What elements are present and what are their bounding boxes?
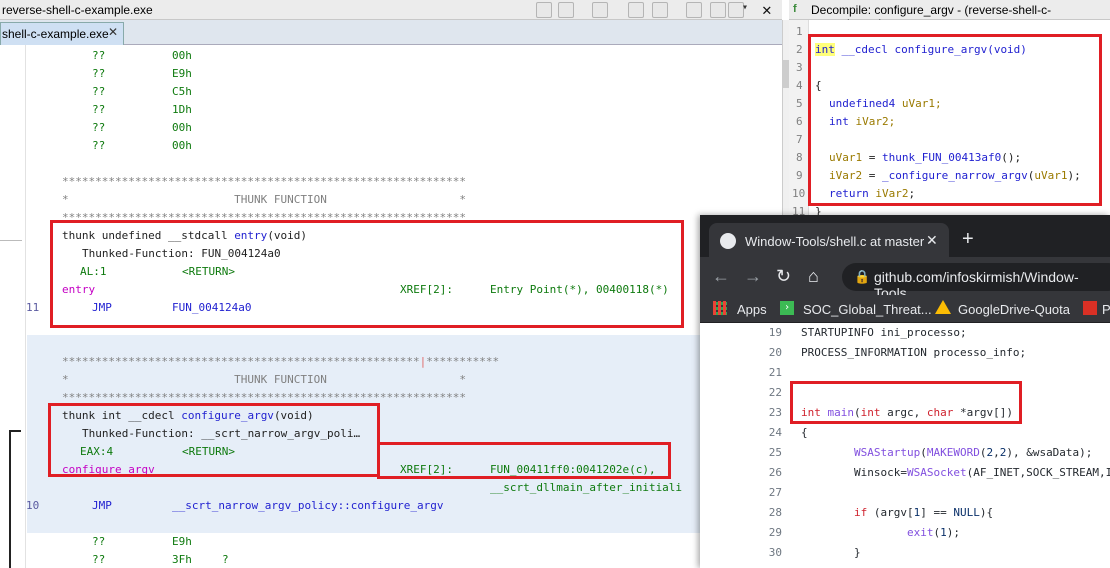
code-line-number: 28 xyxy=(768,506,782,519)
byte-char: ? xyxy=(222,553,229,566)
highlight-entry-box xyxy=(50,220,684,328)
byte-value[interactable]: 1Dh xyxy=(172,103,192,116)
code-line: if (argv[1] == NULL){ xyxy=(853,506,994,519)
dec-line-number: 1 xyxy=(796,25,803,38)
byte-value[interactable]: 00h xyxy=(172,49,192,62)
byte-value[interactable]: E9h xyxy=(172,535,192,548)
byte-value[interactable]: E9h xyxy=(172,67,192,80)
arrow-icon: › xyxy=(780,301,794,315)
code-line: PROCESS_INFORMATION processo_info; xyxy=(801,346,1027,359)
close-window-icon[interactable]: ✕ xyxy=(762,0,772,19)
comment-stars: ****************************************… xyxy=(62,355,500,368)
highlight-main-box xyxy=(790,381,1022,424)
function-icon: f xyxy=(793,3,797,15)
byte-undefined[interactable]: ?? xyxy=(92,49,105,62)
tab-close-icon[interactable]: ✕ xyxy=(108,25,118,39)
code-line: Winsock=WSASocket(AF_INET,SOCK_STREAM,I xyxy=(801,466,1110,479)
code-line: exit(1); xyxy=(906,526,960,539)
comment-stars: ****************************************… xyxy=(62,175,466,188)
back-arrow-icon[interactable]: ← xyxy=(712,266,730,287)
byte-undefined[interactable]: ?? xyxy=(92,139,105,152)
gutter-divider xyxy=(0,240,22,241)
tab-program-label: shell-c-example.exe xyxy=(2,27,109,41)
copy-icon[interactable] xyxy=(536,2,552,18)
layout-icon[interactable] xyxy=(628,2,644,18)
dec-line-number: 8 xyxy=(796,151,803,164)
dec-line-number: 2 xyxy=(796,43,803,56)
comment-thunk-banner: * THUNK FUNCTION * xyxy=(62,373,466,386)
byte-undefined[interactable]: ?? xyxy=(92,553,105,566)
reload-icon[interactable]: ↻ xyxy=(776,266,791,287)
graph-icon[interactable] xyxy=(652,2,668,18)
browser-tab-title: Window-Tools/shell.c at master · xyxy=(745,234,933,249)
bookmark-p[interactable]: P xyxy=(1102,302,1110,317)
code-line-number: 29 xyxy=(768,526,782,539)
snapshot-icon[interactable] xyxy=(686,2,702,18)
byte-undefined[interactable]: ?? xyxy=(92,535,105,548)
dec-line-number: 4 xyxy=(796,79,803,92)
code-line: { xyxy=(801,426,808,439)
line-number: 11 xyxy=(26,301,40,314)
byte-undefined[interactable]: ?? xyxy=(92,103,105,116)
code-line-number: 26 xyxy=(768,466,782,479)
bookmark-apps[interactable]: Apps xyxy=(737,302,767,317)
edit-icon[interactable] xyxy=(710,2,726,18)
xref-value-2[interactable]: __scrt_dllmain_after_initiali xyxy=(490,481,682,494)
bookmark-soc[interactable]: SOC_Global_Threat... xyxy=(803,302,932,317)
drive-icon xyxy=(935,300,951,314)
code-line-number: 19 xyxy=(768,326,782,339)
home-icon[interactable]: ⌂ xyxy=(808,266,819,287)
bookmark-googledrive[interactable]: GoogleDrive-Quota xyxy=(958,302,1070,317)
code-line-number: 20 xyxy=(768,346,782,359)
mnemonic-jmp[interactable]: JMP xyxy=(92,499,112,512)
select-cursor-icon[interactable] xyxy=(592,2,608,18)
byte-undefined[interactable]: ?? xyxy=(92,121,105,134)
code-line-number: 22 xyxy=(768,386,782,399)
dec-line-number: 9 xyxy=(796,169,803,182)
byte-value[interactable]: C5h xyxy=(172,85,192,98)
highlight-configure-signature-box xyxy=(48,403,380,477)
byte-value[interactable]: 3Fh xyxy=(172,553,192,566)
dec-line-number: 10 xyxy=(792,187,806,200)
dec-line-number: 7 xyxy=(796,133,803,146)
byte-value[interactable]: 00h xyxy=(172,139,192,152)
jump-target[interactable]: __scrt_narrow_argv_policy::configure_arg… xyxy=(172,499,444,512)
comment-thunk-banner: * THUNK FUNCTION * xyxy=(62,193,466,206)
highlight-xref-box xyxy=(377,442,671,479)
dropdown-arrow-icon[interactable]: ▾ xyxy=(742,2,748,13)
listing-window-title: reverse-shell-c-example.exe xyxy=(2,3,153,17)
code-line-number: 25 xyxy=(768,446,782,459)
flow-bracket xyxy=(9,430,21,568)
code-line-number: 30 xyxy=(768,546,782,559)
code-line: STARTUPINFO ini_processo; xyxy=(801,326,967,339)
code-line: } xyxy=(801,546,861,559)
code-line-number: 27 xyxy=(768,486,782,499)
new-tab-icon[interactable]: + xyxy=(962,228,974,251)
bookmark-icon xyxy=(1083,301,1097,315)
code-line-number: 21 xyxy=(768,366,782,379)
code-line-number: 23 xyxy=(768,406,782,419)
forward-arrow-icon[interactable]: → xyxy=(744,266,762,287)
line-number: 10 xyxy=(26,499,40,512)
github-icon xyxy=(720,233,736,249)
dec-line-number: 3 xyxy=(796,61,803,74)
byte-undefined[interactable]: ?? xyxy=(92,85,105,98)
dec-line-number: 5 xyxy=(796,97,803,110)
byte-value[interactable]: 00h xyxy=(172,121,192,134)
highlight-decompile-box xyxy=(808,34,1102,206)
apps-grid-icon[interactable] xyxy=(713,301,727,315)
paste-icon[interactable] xyxy=(558,2,574,18)
dec-line-number: 6 xyxy=(796,115,803,128)
code-line-number: 24 xyxy=(768,426,782,439)
lock-icon[interactable]: 🔒 xyxy=(854,269,870,285)
byte-undefined[interactable]: ?? xyxy=(92,67,105,80)
tab-close-icon[interactable]: ✕ xyxy=(926,232,938,249)
code-line: WSAStartup(MAKEWORD(2,2), &wsaData); xyxy=(853,446,1093,459)
